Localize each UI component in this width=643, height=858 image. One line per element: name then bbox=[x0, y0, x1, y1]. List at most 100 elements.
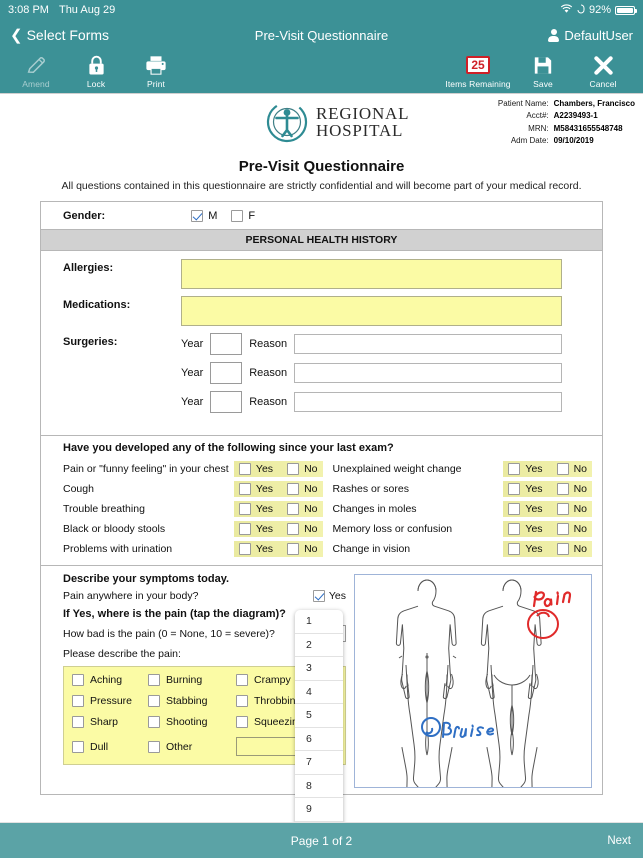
pain-option-dull[interactable]: Dull bbox=[72, 737, 148, 756]
patient-mrn-label: MRN: bbox=[528, 123, 549, 133]
symptom-yes-option[interactable]: Yes bbox=[508, 503, 543, 515]
dropdown-option[interactable]: 2 bbox=[295, 634, 343, 657]
symptom-no-checkbox[interactable] bbox=[287, 483, 300, 495]
symptom-no-checkbox[interactable] bbox=[556, 523, 569, 535]
surgery-reason-input-1[interactable] bbox=[294, 334, 562, 354]
symptom-no-option[interactable]: No bbox=[556, 523, 587, 535]
symptom-yes-checkbox[interactable] bbox=[238, 483, 251, 495]
pain-option-checkbox[interactable] bbox=[72, 740, 84, 753]
allergies-input[interactable] bbox=[181, 259, 562, 289]
symptom-no-option[interactable]: No bbox=[287, 543, 318, 555]
dropdown-option[interactable]: 8 bbox=[295, 775, 343, 798]
pain-option-checkbox[interactable] bbox=[72, 674, 84, 686]
pain-option-checkbox[interactable] bbox=[148, 740, 160, 753]
pain-option-sharp[interactable]: Sharp bbox=[72, 716, 148, 728]
symptom-no-option[interactable]: No bbox=[556, 483, 587, 495]
symptom-yes-option[interactable]: Yes bbox=[238, 463, 273, 475]
symptom-no-checkbox[interactable] bbox=[556, 483, 569, 495]
symptom-yes-checkbox[interactable] bbox=[238, 523, 251, 535]
pain-option-shooting[interactable]: Shooting bbox=[148, 716, 236, 728]
symptom-yes-option[interactable]: Yes bbox=[508, 523, 543, 535]
user-menu[interactable]: DefaultUser bbox=[548, 28, 633, 43]
pain-option-checkbox[interactable] bbox=[148, 674, 160, 686]
pain-option-other[interactable]: Other bbox=[148, 737, 236, 756]
dropdown-option[interactable]: 5 bbox=[295, 704, 343, 728]
amend-button[interactable]: Amend bbox=[6, 52, 66, 89]
symptom-yes-option[interactable]: Yes bbox=[508, 543, 543, 555]
symptom-yes-option[interactable]: Yes bbox=[508, 463, 543, 475]
symptom-label: Rashes or sores bbox=[332, 483, 409, 495]
symptom-yes-checkbox[interactable] bbox=[508, 483, 521, 495]
pain-option-stabbing[interactable]: Stabbing bbox=[148, 695, 236, 707]
symptom-yes-checkbox[interactable] bbox=[508, 523, 521, 535]
symptom-no-option[interactable]: No bbox=[556, 543, 587, 555]
pain-option-checkbox[interactable] bbox=[148, 695, 160, 707]
pain-option-checkbox[interactable] bbox=[72, 716, 84, 728]
pain-anywhere-yes-checkbox[interactable] bbox=[312, 590, 325, 602]
symptom-no-checkbox[interactable] bbox=[287, 503, 300, 515]
symptom-no-checkbox[interactable] bbox=[287, 523, 300, 535]
save-button[interactable]: Save bbox=[513, 52, 573, 89]
symptom-yes-option[interactable]: Yes bbox=[238, 483, 273, 495]
body-diagram[interactable] bbox=[354, 574, 592, 795]
symptom-yes-checkbox[interactable] bbox=[238, 543, 251, 555]
cancel-button[interactable]: Cancel bbox=[573, 52, 633, 89]
symptom-yes-option[interactable]: Yes bbox=[238, 503, 273, 515]
symptom-no-checkbox[interactable] bbox=[556, 463, 569, 475]
symptom-no-checkbox[interactable] bbox=[287, 543, 300, 555]
pain-option-pressure[interactable]: Pressure bbox=[72, 695, 148, 707]
dropdown-option[interactable]: 1 bbox=[295, 610, 343, 634]
status-time: 3:08 PM bbox=[8, 4, 49, 16]
surgery-year-input-2[interactable] bbox=[210, 362, 243, 384]
pain-anywhere-yes-option[interactable]: Yes bbox=[312, 590, 346, 602]
surgery-year-input-3[interactable] bbox=[210, 391, 243, 413]
symptom-no-option[interactable]: No bbox=[287, 483, 318, 495]
symptom-no-checkbox[interactable] bbox=[287, 463, 300, 475]
symptom-no-option[interactable]: No bbox=[287, 463, 318, 475]
dropdown-option[interactable]: 10 bbox=[295, 822, 343, 823]
print-button[interactable]: Print bbox=[126, 52, 186, 89]
surgery-reason-input-3[interactable] bbox=[294, 392, 562, 412]
gender-male-checkbox[interactable] bbox=[191, 209, 204, 222]
symptom-yes-option[interactable]: Yes bbox=[238, 523, 273, 535]
symptom-no-option[interactable]: No bbox=[287, 523, 318, 535]
dropdown-option[interactable]: 6 bbox=[295, 728, 343, 751]
gender-female-checkbox[interactable] bbox=[231, 209, 244, 222]
dropdown-option[interactable]: 3 bbox=[295, 657, 343, 681]
dropdown-option[interactable]: 4 bbox=[295, 681, 343, 704]
pain-option-checkbox[interactable] bbox=[72, 695, 84, 707]
pain-option-checkbox[interactable] bbox=[236, 674, 248, 686]
pain-option-aching[interactable]: Aching bbox=[72, 674, 148, 686]
pain-option-checkbox[interactable] bbox=[236, 695, 248, 707]
symptom-no-checkbox[interactable] bbox=[556, 503, 569, 515]
surgery-year-input-1[interactable] bbox=[210, 333, 243, 355]
symptom-yes-checkbox[interactable] bbox=[508, 543, 521, 555]
symptom-yes-checkbox[interactable] bbox=[238, 463, 251, 475]
gender-female-option[interactable]: F bbox=[231, 209, 255, 222]
surgery-reason-input-2[interactable] bbox=[294, 363, 562, 383]
symptom-yes-checkbox[interactable] bbox=[508, 503, 521, 515]
medications-input[interactable] bbox=[181, 296, 562, 326]
symptom-yes-option[interactable]: Yes bbox=[508, 483, 543, 495]
symptom-no-option[interactable]: No bbox=[556, 503, 587, 515]
symptom-yes-checkbox[interactable] bbox=[238, 503, 251, 515]
lock-button[interactable]: Lock bbox=[66, 52, 126, 89]
select-forms-back-button[interactable]: ❮ Select Forms bbox=[10, 27, 109, 43]
symptom-yes-checkbox[interactable] bbox=[508, 463, 521, 475]
form-scroll-area[interactable]: REGIONAL HOSPITAL Patient Name: Chambers… bbox=[0, 94, 643, 822]
pain-option-checkbox[interactable] bbox=[236, 716, 248, 728]
pain-option-burning[interactable]: Burning bbox=[148, 674, 236, 686]
pain-option-checkbox[interactable] bbox=[148, 716, 160, 728]
dropdown-option[interactable]: 7 bbox=[295, 751, 343, 775]
items-remaining-button[interactable]: 25 Items Remaining bbox=[443, 52, 513, 89]
pain-severity-dropdown[interactable]: 1 2 3 4 5 6 7 8 9 10 bbox=[295, 610, 343, 822]
gender-male-option[interactable]: M bbox=[191, 209, 217, 222]
symptom-label: Memory loss or confusion bbox=[332, 523, 453, 535]
next-page-button[interactable]: Next bbox=[607, 835, 631, 847]
symptom-no-checkbox[interactable] bbox=[556, 543, 569, 555]
symptom-no-option[interactable]: No bbox=[287, 503, 318, 515]
symptom-no-option[interactable]: No bbox=[556, 463, 587, 475]
pain-option-label: Dull bbox=[90, 740, 109, 753]
dropdown-option[interactable]: 9 bbox=[295, 798, 343, 822]
symptom-yes-option[interactable]: Yes bbox=[238, 543, 273, 555]
